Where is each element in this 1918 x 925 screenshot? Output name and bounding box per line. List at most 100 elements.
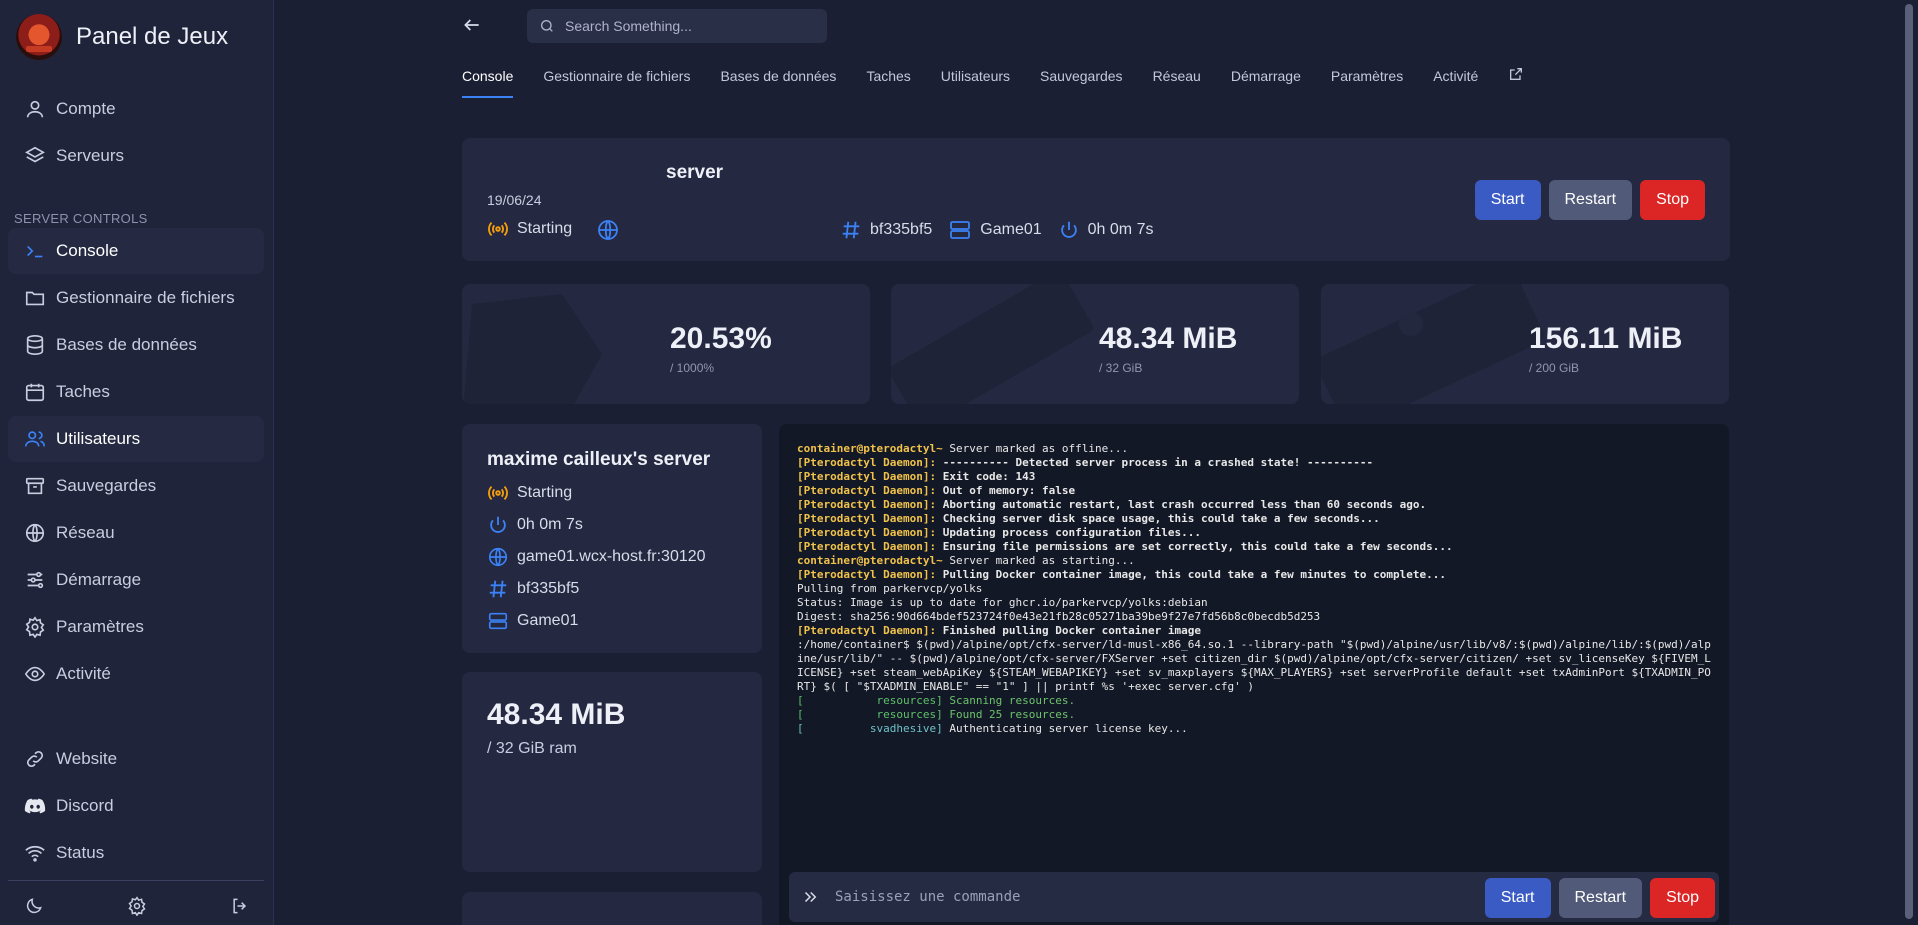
- tab-activite[interactable]: Activité: [1433, 66, 1478, 98]
- discord-icon: [24, 798, 46, 814]
- info-id-text: bf335bf5: [517, 580, 580, 597]
- sidebar-item-label: Taches: [56, 382, 110, 401]
- gear-icon[interactable]: [127, 896, 147, 916]
- cpu-value: 20.53%: [670, 322, 772, 355]
- moon-icon[interactable]: [24, 896, 44, 916]
- search-icon: [541, 20, 553, 32]
- console-line: [ svadhesive] Authenticating server lice…: [797, 722, 1717, 736]
- console-line-text: Pulling Docker container image, this cou…: [936, 568, 1447, 581]
- memory-value: 48.34 MiB: [1099, 322, 1238, 355]
- wifi-icon: [25, 845, 45, 862]
- brand[interactable]: Panel de Jeux: [16, 14, 228, 60]
- tab-sauvegardes[interactable]: Sauvegardes: [1040, 66, 1123, 98]
- console-line-text: Ensuring file permissions are set correc…: [936, 540, 1453, 553]
- console-line-text: Pulling from parkervcp/yolks: [797, 582, 983, 595]
- console-line-prefix: [Pterodactyl Daemon]:: [797, 498, 937, 511]
- sidebar-item-sauvegardes[interactable]: Sauvegardes: [8, 463, 264, 509]
- back-arrow-icon[interactable]: [462, 15, 482, 35]
- globe-icon: [598, 220, 618, 240]
- tab-bases-de-donnees[interactable]: Bases de données: [720, 66, 836, 98]
- sidebar-item-status[interactable]: Status: [8, 830, 264, 876]
- sidebar: Panel de Jeux Compte Serveurs SERVER CON…: [0, 0, 274, 925]
- console-line: [Pterodactyl Daemon]: Out of memory: fal…: [797, 484, 1717, 498]
- info-node: Game01: [487, 610, 578, 632]
- console-line: [Pterodactyl Daemon]: ---------- Detecte…: [797, 456, 1717, 470]
- external-link-icon: [1510, 68, 1523, 80]
- command-input[interactable]: [835, 889, 1475, 905]
- info-uptime-text: 0h 0m 7s: [517, 516, 583, 533]
- search-input[interactable]: [565, 18, 805, 34]
- sidebar-item-discord[interactable]: Discord: [8, 783, 264, 829]
- tab-fichiers[interactable]: Gestionnaire de fichiers: [543, 66, 690, 98]
- server-status: Starting: [487, 218, 572, 240]
- search-bar[interactable]: [527, 9, 827, 43]
- sidebar-item-reseau[interactable]: Réseau: [8, 510, 264, 556]
- console-line-prefix: [Pterodactyl Daemon]:: [797, 470, 937, 483]
- console-line-text: Updating process configuration files...: [936, 526, 1201, 539]
- sidebar-item-compte[interactable]: Compte: [8, 86, 264, 132]
- extra-card: [462, 892, 762, 925]
- console-line-text: Out of memory: false: [936, 484, 1076, 497]
- memory-card-value: 48.34 MiB: [487, 698, 626, 731]
- server-header-card: server 19/06/24 Starting bf335bf5 Game01…: [462, 138, 1730, 261]
- console-line-text: Server marked as offline...: [942, 442, 1129, 455]
- sidebar-item-bases-de-donnees[interactable]: Bases de données: [8, 322, 264, 368]
- sidebar-item-serveurs[interactable]: Serveurs: [8, 133, 264, 179]
- tab-console[interactable]: Console: [462, 66, 514, 98]
- server-id-text: bf335bf5: [870, 221, 933, 238]
- stop-button[interactable]: Stop: [1640, 180, 1705, 220]
- console-start-button[interactable]: Start: [1484, 878, 1551, 918]
- server-globe[interactable]: [596, 218, 620, 247]
- console-line: container@pterodactyl~ Server marked as …: [797, 442, 1717, 456]
- console-line: [Pterodactyl Daemon]: Pulling Docker con…: [797, 568, 1717, 582]
- info-status: Starting: [487, 482, 572, 504]
- tab-parametres[interactable]: Paramètres: [1331, 66, 1403, 98]
- scrollbar-thumb[interactable]: [1905, 4, 1913, 919]
- broadcast-icon: [488, 221, 508, 237]
- sidebar-item-demarrage[interactable]: Démarrage: [8, 557, 264, 603]
- server-node: Game01: [948, 218, 1042, 242]
- sidebar-item-fichiers[interactable]: Gestionnaire de fichiers: [8, 275, 264, 321]
- sidebar-item-label: Console: [56, 241, 119, 260]
- console-line-text: Aborting automatic restart, last crash o…: [936, 498, 1427, 511]
- sidebar-item-label: Status: [56, 843, 105, 862]
- console-line-text: ---------- Detected server process in a …: [936, 456, 1374, 469]
- server-meta: bf335bf5 Game01 0h 0m 7s: [840, 218, 1153, 242]
- sidebar-item-parametres[interactable]: Paramètres: [8, 604, 264, 650]
- tab-reseau[interactable]: Réseau: [1153, 66, 1201, 98]
- sidebar-item-taches[interactable]: Taches: [8, 369, 264, 415]
- console-line-text: :/home/container$ $(pwd)/alpine/opt/cfx-…: [797, 638, 1711, 693]
- info-id: bf335bf5: [487, 578, 579, 600]
- console-line-prefix: [Pterodactyl Daemon]:: [797, 568, 937, 581]
- console-stop-button[interactable]: Stop: [1650, 878, 1715, 918]
- server-info-card: maxime cailleux's server Starting 0h 0m …: [462, 424, 762, 653]
- console-line: [ resources] Found 25 resources.: [797, 708, 1717, 722]
- sidebar-item-utilisateurs[interactable]: Utilisateurs: [8, 416, 264, 462]
- sidebar-item-activite[interactable]: Activité: [8, 651, 264, 697]
- console-line: [Pterodactyl Daemon]: Updating process c…: [797, 526, 1717, 540]
- console-line: [Pterodactyl Daemon]: Ensuring file perm…: [797, 540, 1717, 554]
- logout-icon[interactable]: [230, 896, 250, 916]
- console-line: [Pterodactyl Daemon]: Checking server di…: [797, 512, 1717, 526]
- memory-limit: / 32 GiB: [1099, 361, 1143, 375]
- start-button[interactable]: Start: [1474, 180, 1541, 220]
- disk-stat-card: 156.11 MiB / 200 GiB: [1321, 284, 1729, 404]
- sidebar-item-label: Bases de données: [56, 335, 197, 354]
- console-output[interactable]: container@pterodactyl~ Server marked as …: [797, 442, 1717, 736]
- restart-button[interactable]: Restart: [1548, 180, 1633, 220]
- tab-taches[interactable]: Taches: [866, 66, 910, 98]
- console-restart-button[interactable]: Restart: [1558, 878, 1643, 918]
- console-line-text: Found 25 resources.: [942, 708, 1076, 721]
- memory-card: 48.34 MiB / 32 GiB ram: [462, 672, 762, 872]
- sidebar-item-website[interactable]: Website: [8, 736, 264, 782]
- cpu-limit: / 1000%: [670, 361, 715, 375]
- tab-utilisateurs[interactable]: Utilisateurs: [941, 66, 1010, 98]
- sidebar-item-console[interactable]: Console: [8, 228, 264, 274]
- tab-external[interactable]: [1508, 66, 1524, 98]
- tab-demarrage[interactable]: Démarrage: [1231, 66, 1301, 98]
- page-scrollbar[interactable]: [1902, 0, 1916, 925]
- hash-icon: [842, 221, 860, 239]
- console-line-prefix: [Pterodactyl Daemon]:: [797, 540, 937, 553]
- eye-icon: [24, 666, 46, 682]
- info-address[interactable]: game01.wcx-host.fr:30120: [487, 546, 706, 568]
